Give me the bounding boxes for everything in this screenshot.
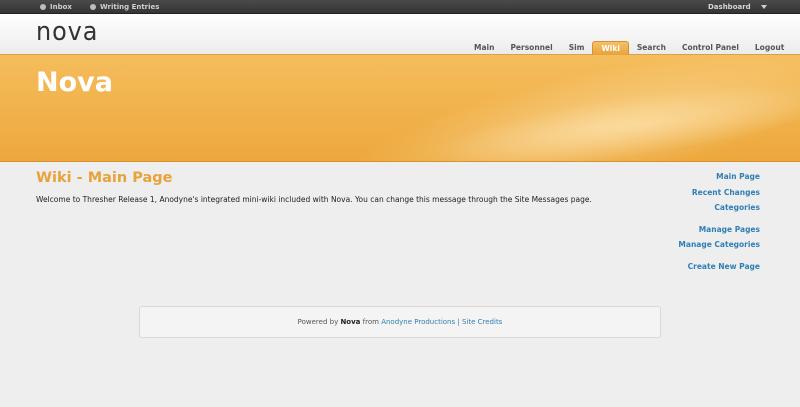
inbox-icon (40, 4, 46, 10)
writing-entries-label: Writing Entries (99, 3, 160, 11)
sidebar-link-main-page[interactable]: Main Page (660, 172, 760, 188)
footer-from: from (362, 318, 379, 326)
footer-separator: | (457, 318, 460, 326)
wiki-sidebar: Main Page Recent Changes Categories Mana… (660, 172, 760, 277)
nav-tab-sim[interactable]: Sim (561, 41, 593, 55)
inbox-link[interactable]: Inbox (40, 3, 72, 11)
inbox-label: Inbox (50, 3, 72, 11)
banner-title: Nova (36, 67, 113, 98)
nav-tab-personnel[interactable]: Personnel (502, 41, 560, 55)
site-header: nova Main Personnel Sim Wiki Search Cont… (0, 14, 800, 55)
nav-tab-wiki[interactable]: Wiki (592, 41, 629, 55)
writing-entries-link[interactable]: Writing Entries (89, 3, 160, 11)
page-message: Welcome to Thresher Release 1, Anodyne's… (36, 195, 592, 204)
site-logo[interactable]: nova (36, 18, 98, 46)
dashboard-label: Dashboard (708, 3, 751, 11)
chevron-down-icon (760, 5, 767, 9)
hero-banner: Nova (0, 55, 800, 162)
footer-credits-link[interactable]: Site Credits (462, 318, 502, 326)
nav-tab-control-panel[interactable]: Control Panel (674, 41, 747, 55)
footer-product: Nova (340, 318, 361, 326)
sidebar-link-categories[interactable]: Categories (660, 203, 760, 219)
sidebar-link-recent-changes[interactable]: Recent Changes (660, 188, 760, 204)
nav-tab-logout[interactable]: Logout (747, 41, 792, 55)
site-footer: Powered by Nova from Anodyne Productions… (139, 306, 661, 338)
dashboard-menu[interactable]: Dashboard (708, 0, 767, 14)
sidebar-link-manage-pages[interactable]: Manage Pages (660, 225, 760, 241)
footer-company-link[interactable]: Anodyne Productions (381, 318, 455, 326)
main-nav: Main Personnel Sim Wiki Search Control P… (466, 41, 792, 55)
footer-powered-by: Powered by (297, 318, 339, 326)
top-bar-left: Inbox Writing Entries (40, 0, 159, 14)
sidebar-link-create-new-page[interactable]: Create New Page (660, 262, 760, 278)
nav-tab-search[interactable]: Search (629, 41, 674, 55)
sidebar-link-manage-categories[interactable]: Manage Categories (660, 240, 760, 256)
nav-tab-main[interactable]: Main (466, 41, 502, 55)
page-title: Wiki - Main Page (36, 170, 173, 186)
writing-icon (89, 4, 96, 10)
top-bar: Inbox Writing Entries Dashboard (0, 0, 800, 14)
